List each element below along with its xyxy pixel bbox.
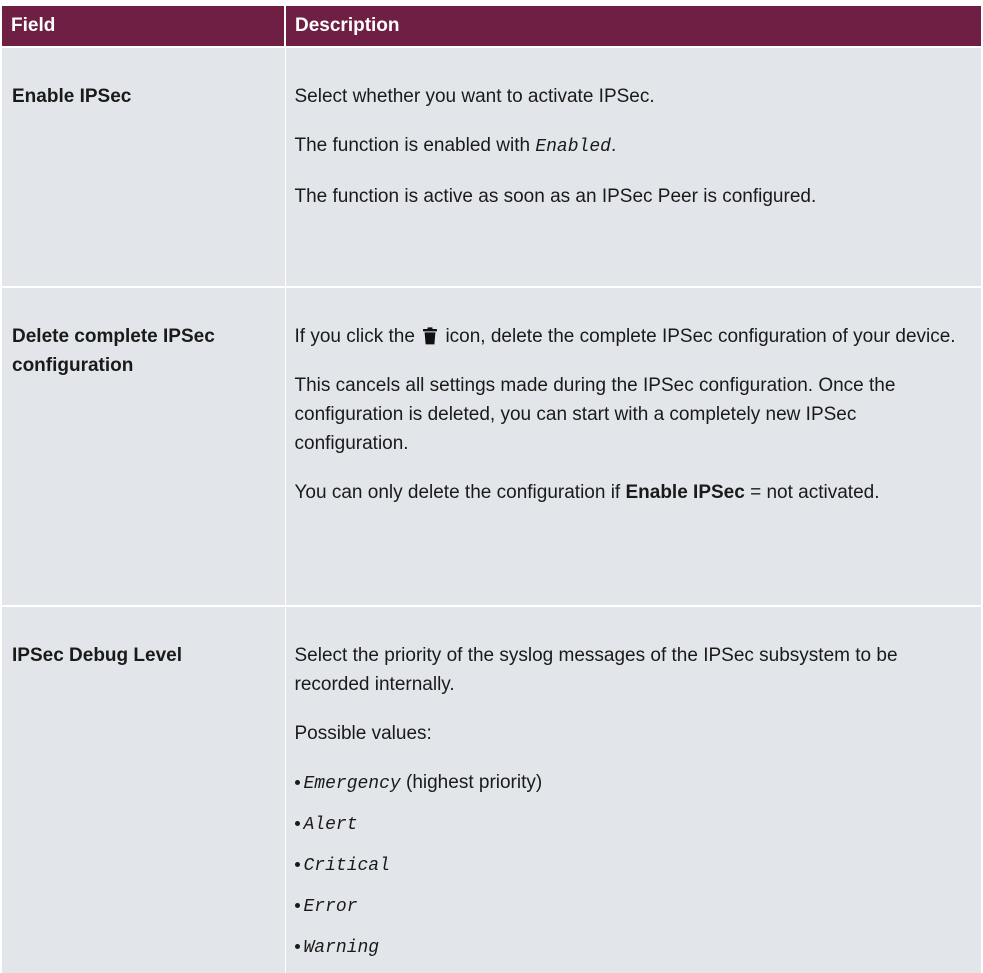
value-alert: Alert (303, 815, 358, 835)
field-name-enable-ipsec: Enable IPSec (2, 46, 286, 287)
possible-values-list: Emergency (highest priority) Alert Criti… (294, 768, 974, 963)
value-note: (highest priority) (400, 772, 543, 793)
description-delete-ipsec-config: If you click the icon, delete the comple… (285, 286, 981, 606)
value-emergency: Emergency (303, 774, 401, 794)
parameter-table: Field Description Enable IPSec Select wh… (2, 6, 981, 973)
list-item: Emergency (highest priority) (294, 768, 974, 799)
field-name-line: Delete complete IPSec (12, 326, 215, 347)
description-text: Select whether you want to activate IPSe… (294, 86, 655, 107)
description-text: Select the priority of the syslog messag… (294, 645, 898, 695)
text-fragment: icon, delete the complete IPSec configur… (440, 326, 956, 347)
field-name-ipsec-debug-level: IPSec Debug Level (2, 605, 286, 973)
description-text: You can only delete the configuration if… (295, 478, 974, 507)
table-header-row: Field Description (2, 6, 981, 47)
value-warning: Warning (303, 938, 380, 958)
header-description: Description (285, 6, 981, 47)
value-enabled: Enabled (535, 137, 611, 157)
value-critical: Critical (303, 856, 390, 876)
trash-icon (423, 327, 438, 345)
list-item: Critical (294, 850, 974, 881)
field-name-delete-ipsec-config: Delete complete IPSec configuration (2, 286, 286, 606)
description-ipsec-debug-level: Select the priority of the syslog messag… (285, 605, 981, 973)
value-error: Error (303, 897, 358, 917)
field-name-line: configuration (12, 355, 134, 376)
description-enable-ipsec: Select whether you want to activate IPSe… (285, 46, 981, 287)
description-text: If you click the icon, delete the comple… (295, 322, 974, 351)
description-text: This cancels all settings made during th… (294, 375, 896, 454)
table-row: Enable IPSec Select whether you want to … (2, 46, 981, 287)
header-field: Field (2, 6, 286, 47)
text-fragment: You can only delete the configuration if (294, 482, 626, 503)
text-fragment: = not activated. (744, 482, 880, 503)
field-reference-enable-ipsec: Enable IPSec (625, 482, 745, 503)
text-fragment: If you click the (294, 326, 421, 347)
text-fragment: The function is enabled with (294, 135, 536, 156)
list-item: Error (294, 891, 974, 922)
table-row: IPSec Debug Level Select the priority of… (2, 605, 981, 973)
text-fragment: . (610, 135, 617, 156)
description-text: The function is active as soon as an IPS… (294, 186, 817, 207)
list-item: Warning (294, 932, 974, 963)
description-text: Possible values: (294, 723, 432, 744)
description-text: The function is enabled with Enabled. (295, 131, 974, 162)
table-row: Delete complete IPSec configuration If y… (2, 286, 981, 606)
list-item: Alert (294, 809, 974, 840)
